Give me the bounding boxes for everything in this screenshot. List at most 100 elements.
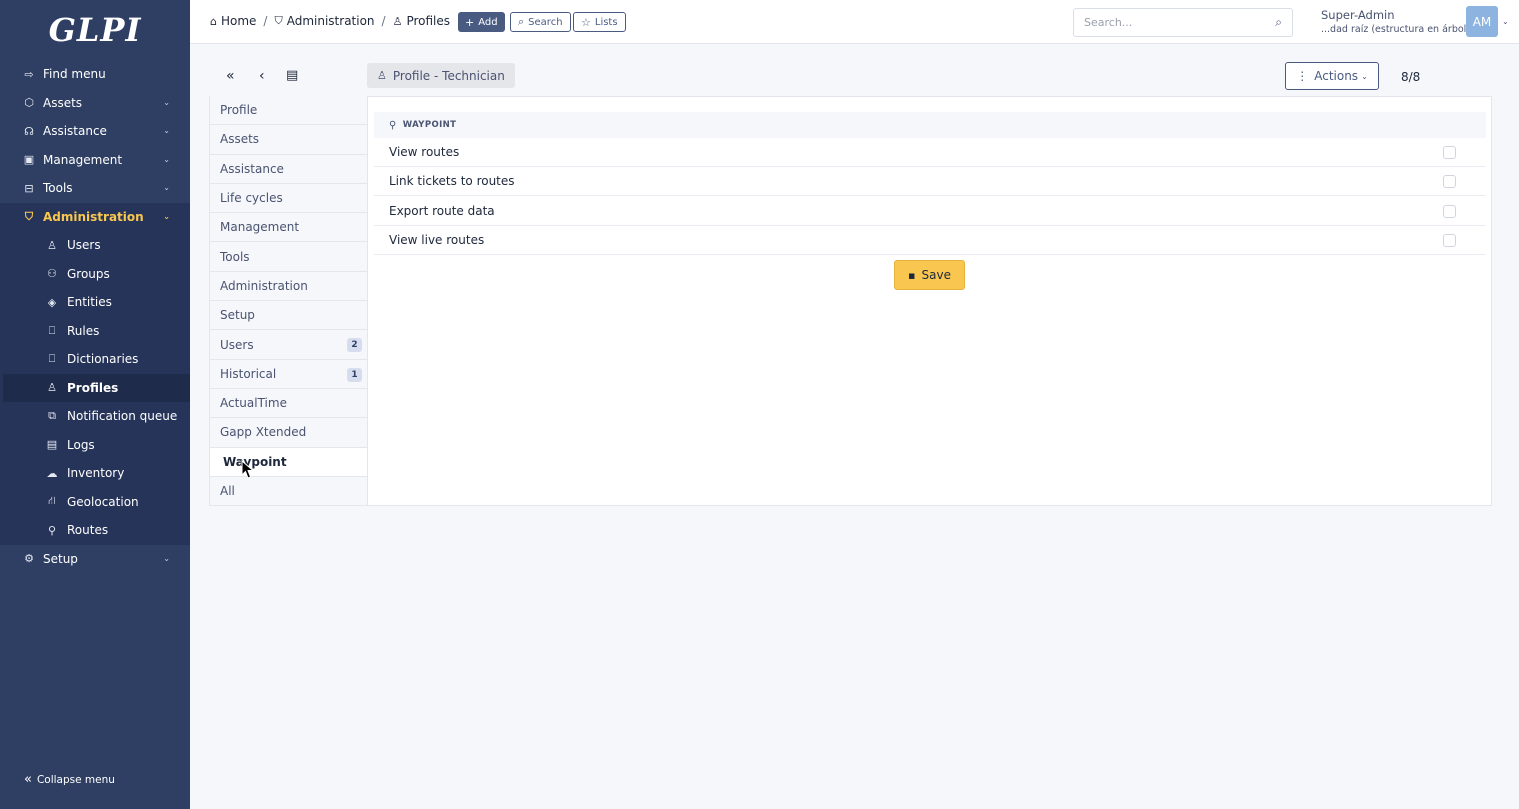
cloud-download-icon: ☁ bbox=[46, 466, 58, 480]
profile-title-label: Profile - Technician bbox=[392, 68, 505, 83]
sidebar-item-assistance[interactable]: ☊ Assistance ⌄ bbox=[0, 117, 190, 146]
global-search-input[interactable] bbox=[1084, 16, 1276, 29]
tab-label: Administration bbox=[220, 278, 308, 293]
tab-label: Setup bbox=[220, 308, 255, 323]
user-check-icon: ♙ bbox=[392, 14, 403, 28]
tab-all[interactable]: All bbox=[210, 477, 367, 507]
sidebar-item-management[interactable]: ▣ Management ⌄ bbox=[0, 146, 190, 175]
add-button[interactable]: + Add bbox=[458, 12, 505, 32]
lists-button-label: Lists bbox=[594, 16, 618, 28]
sidebar-subitem-dictionaries[interactable]: ⎕ Dictionaries bbox=[3, 345, 190, 374]
sidebar-item-assets[interactable]: ⬡ Assets ⌄ bbox=[0, 89, 190, 118]
sidebar-subitem-geolocation[interactable]: ⛙ Geolocation bbox=[3, 488, 190, 517]
tab-gapp-xtended[interactable]: Gapp Xtended bbox=[210, 418, 367, 448]
tab-assistance[interactable]: Assistance bbox=[210, 155, 367, 184]
breadcrumb-separator: / bbox=[263, 14, 268, 28]
tab-label: Gapp Xtended bbox=[220, 425, 307, 440]
sidebar-item-find-menu[interactable]: ⇨ Find menu bbox=[0, 60, 190, 89]
count-badge: 2 bbox=[347, 338, 362, 353]
tab-users[interactable]: Users 2 bbox=[210, 330, 367, 360]
sidebar-item-setup[interactable]: ⚙ Setup ⌄ bbox=[0, 545, 190, 574]
collapse-menu-button[interactable]: « Collapse menu bbox=[24, 772, 115, 787]
tab-waypoint[interactable]: Waypoint bbox=[210, 447, 367, 477]
sidebar-item-tools[interactable]: ⊟ Tools ⌄ bbox=[0, 174, 190, 203]
book-icon: ⎕ bbox=[48, 323, 56, 337]
tab-life-cycles[interactable]: Life cycles bbox=[210, 184, 367, 214]
wallet-icon: ▣ bbox=[23, 153, 35, 167]
sidebar-subitem-routes[interactable]: ⚲ Routes bbox=[3, 516, 190, 545]
breadcrumb-administration[interactable]: Administration bbox=[287, 14, 375, 28]
plus-icon: + bbox=[465, 15, 475, 29]
star-icon: ☆ bbox=[581, 15, 591, 29]
administration-submenu: ♙ Users ⚇ Groups ◈ Entities ⎕ Rules ⎕ Dictionarie… bbox=[0, 231, 190, 545]
right-label: View live routes bbox=[389, 232, 485, 247]
tab-tools[interactable]: Tools bbox=[210, 242, 367, 272]
right-row-export-route-data: Export route data bbox=[374, 197, 1486, 226]
tab-setup[interactable]: Setup bbox=[210, 301, 367, 331]
sidebar-subitem-rules[interactable]: ⎕ Rules bbox=[3, 317, 190, 346]
dots-vertical-icon: ⋮ bbox=[1296, 69, 1309, 83]
collapse-menu-label: Collapse menu bbox=[36, 773, 115, 786]
actions-button[interactable]: ⋮ Actions ⌄ bbox=[1285, 62, 1379, 90]
sidebar-subitem-groups[interactable]: ⚇ Groups bbox=[3, 260, 190, 289]
location-icon: ⛙ bbox=[48, 494, 56, 508]
tab-label: Tools bbox=[220, 249, 250, 264]
list-icon[interactable]: ▤ bbox=[286, 68, 298, 83]
tab-historical[interactable]: Historical 1 bbox=[210, 360, 367, 389]
tab-actualtime[interactable]: ActualTime bbox=[210, 389, 367, 419]
add-button-label: Add bbox=[478, 16, 498, 28]
avatar[interactable]: AM bbox=[1466, 6, 1498, 37]
sidebar-subitem-inventory[interactable]: ☁ Inventory bbox=[3, 459, 190, 488]
tab-label: Management bbox=[220, 220, 300, 235]
tab-label: Historical bbox=[220, 366, 277, 381]
right-checkbox[interactable] bbox=[1443, 204, 1456, 218]
search-button-label: Search bbox=[528, 16, 563, 28]
profile-tabs: Profile Assets Assistance Life cycles Manage… bbox=[209, 96, 367, 507]
save-button-label: Save bbox=[921, 268, 951, 282]
tab-label: Life cycles bbox=[220, 191, 283, 206]
profile-title: ♙ Profile - Technician bbox=[367, 63, 515, 88]
chevron-down-icon: ⌄ bbox=[163, 211, 170, 221]
breadcrumb-profiles[interactable]: Profiles bbox=[406, 14, 450, 28]
search-button[interactable]: ⌕ Search bbox=[510, 12, 571, 32]
sidebar-subitem-logs[interactable]: ▤ Logs bbox=[3, 431, 190, 460]
actions-button-label: Actions bbox=[1314, 69, 1359, 83]
user-menu[interactable]: Super-Admin ...dad raíz (estructura en á… bbox=[1321, 8, 1470, 35]
chevron-down-icon: ⌄ bbox=[1361, 71, 1368, 81]
sidebar-subitem-entities[interactable]: ◈ Entities bbox=[3, 288, 190, 317]
right-checkbox[interactable] bbox=[1443, 175, 1456, 189]
route-icon: ⚲ bbox=[389, 119, 397, 131]
sidebar-subitem-label: Dictionaries bbox=[67, 352, 139, 367]
right-checkbox[interactable] bbox=[1443, 146, 1456, 159]
tab-assets[interactable]: Assets bbox=[210, 125, 367, 155]
lists-button[interactable]: ☆ Lists bbox=[573, 12, 626, 32]
sidebar-subitem-profiles[interactable]: ♙ Profiles bbox=[3, 373, 190, 402]
chevron-left-icon[interactable]: ‹ bbox=[259, 68, 265, 84]
sidebar: GLPI ⇨ Find menu ⬡ Assets ⌄ ☊ Assistance ⌄ ▣ Mana… bbox=[0, 0, 190, 809]
breadcrumb: ⌂ Home / ⛉ Administration / ♙ Profiles bbox=[210, 14, 450, 28]
search-icon[interactable]: ⌕ bbox=[1275, 15, 1282, 30]
double-chevron-left-icon[interactable]: « bbox=[226, 68, 235, 84]
sidebar-subitem-label: Users bbox=[67, 238, 101, 253]
tab-administration[interactable]: Administration bbox=[210, 272, 367, 302]
sidebar-subitem-notification-queue[interactable]: ⧉ Notification queue bbox=[3, 402, 190, 431]
arrow-icon: ⇨ bbox=[24, 67, 34, 81]
home-icon: ⌂ bbox=[210, 14, 217, 28]
section-title: WAYPOINT bbox=[402, 120, 457, 130]
users-icon: ⚇ bbox=[47, 267, 57, 281]
user-icon: ♙ bbox=[47, 238, 57, 252]
tab-profile[interactable]: Profile bbox=[210, 96, 367, 126]
save-button[interactable]: ▪ Save bbox=[894, 260, 965, 290]
chevron-down-icon[interactable]: ⌄ bbox=[1502, 17, 1509, 26]
sidebar-item-administration[interactable]: ⛉ Administration ⌄ bbox=[0, 202, 190, 231]
user-check-icon: ♙ bbox=[47, 381, 57, 395]
shield-icon: ⛉ bbox=[274, 14, 283, 27]
sidebar-subitem-users[interactable]: ♙ Users bbox=[3, 231, 190, 260]
breadcrumb-home[interactable]: Home bbox=[221, 14, 256, 28]
tab-management[interactable]: Management bbox=[210, 213, 367, 243]
right-label: Export route data bbox=[389, 203, 495, 218]
count-badge: 1 bbox=[347, 367, 362, 382]
sidebar-item-label: Assistance bbox=[43, 124, 107, 139]
glpi-logo[interactable]: GLPI bbox=[0, 0, 190, 60]
right-checkbox[interactable] bbox=[1443, 233, 1456, 247]
